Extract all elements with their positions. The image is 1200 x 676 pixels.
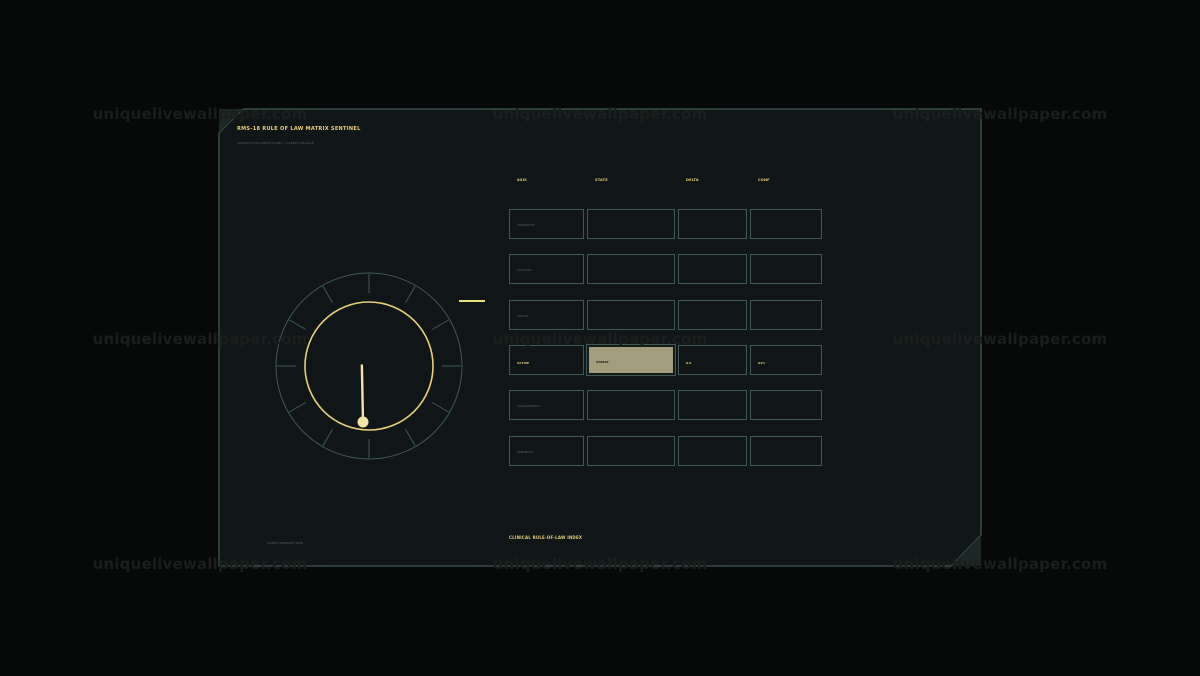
col-header-conf: CONF [758, 178, 770, 182]
footer-center-label: CLINICAL RULE-OF-LAW INDEX [509, 535, 583, 540]
gauge-tick [322, 286, 333, 304]
matrix-cell-delta-active[interactable]: 0.8 [678, 345, 747, 375]
gauge-tick [322, 428, 333, 446]
matrix-cell-delta[interactable] [678, 390, 747, 420]
matrix-cell-delta[interactable] [678, 254, 747, 284]
footer-left-label: MATRIX SUMMARY VIEW [267, 541, 304, 545]
page-title: RMS-18 RULE OF LAW MATRIX SENTINEL [237, 126, 361, 132]
matrix-cell-state[interactable] [587, 209, 675, 239]
gauge-svg [275, 272, 463, 460]
gauge-outer-ring [275, 272, 463, 460]
row-label: OVERSIGHT [517, 223, 535, 227]
gauge-tick [405, 286, 416, 304]
matrix-cell-conf[interactable] [750, 209, 822, 239]
matrix-cell-state[interactable] [587, 390, 675, 420]
matrix-cell-state[interactable] [587, 300, 675, 330]
gauge-tick [405, 428, 416, 446]
matrix-cell-label[interactable]: JUDICIARY [509, 254, 584, 284]
gauge [270, 267, 470, 471]
needle-pivot [357, 416, 369, 428]
matrix-cell-state-highlight[interactable]: STABLE [586, 344, 676, 376]
matrix-cell-label[interactable]: FEEDBACK [509, 436, 584, 466]
col-header-state: STATE [595, 178, 608, 182]
matrix-cell-label[interactable]: OVERSIGHT [509, 209, 584, 239]
matrix-cell-conf[interactable] [750, 254, 822, 284]
matrix-cell-label-active[interactable]: ACTIVE [509, 345, 584, 375]
matrix-cell-label[interactable]: TRANSPARENCY [509, 390, 584, 420]
col-header-delta: DELTA [686, 178, 699, 182]
needle-icon [360, 364, 365, 424]
gauge-tick [431, 319, 449, 330]
matrix-cell-label[interactable]: RIGHTS [509, 300, 584, 330]
row-label: JUDICIARY [517, 268, 533, 272]
row-label: RIGHTS [517, 314, 529, 318]
state-value: STABLE [596, 360, 609, 364]
matrix-cell-conf[interactable] [750, 300, 822, 330]
row-label: TRANSPARENCY [517, 404, 541, 408]
indicator-line [459, 300, 485, 302]
page-subtitle: JURISDICTION MONITORING / ALERTS ENGAGE [237, 141, 314, 145]
delta-value: 0.8 [686, 361, 692, 365]
matrix-cell-delta[interactable] [678, 209, 747, 239]
col-header-axis: AXIS [517, 178, 528, 182]
gauge-tick [289, 402, 307, 413]
gauge-tick [289, 319, 307, 330]
matrix-cell-delta[interactable] [678, 436, 747, 466]
row-label: FEEDBACK [517, 450, 533, 454]
row-label: ACTIVE [517, 361, 530, 365]
conf-value: 91% [758, 361, 766, 365]
gauge-tick [431, 402, 449, 413]
panel-frame [218, 108, 982, 567]
matrix-cell-delta[interactable] [678, 300, 747, 330]
gauge-inner-ring [304, 301, 434, 431]
matrix-cell-conf[interactable] [750, 390, 822, 420]
matrix-cell-state[interactable] [587, 254, 675, 284]
matrix-cell-conf[interactable] [750, 436, 822, 466]
matrix-cell-state[interactable] [587, 436, 675, 466]
matrix-cell-conf-active[interactable]: 91% [750, 345, 822, 375]
